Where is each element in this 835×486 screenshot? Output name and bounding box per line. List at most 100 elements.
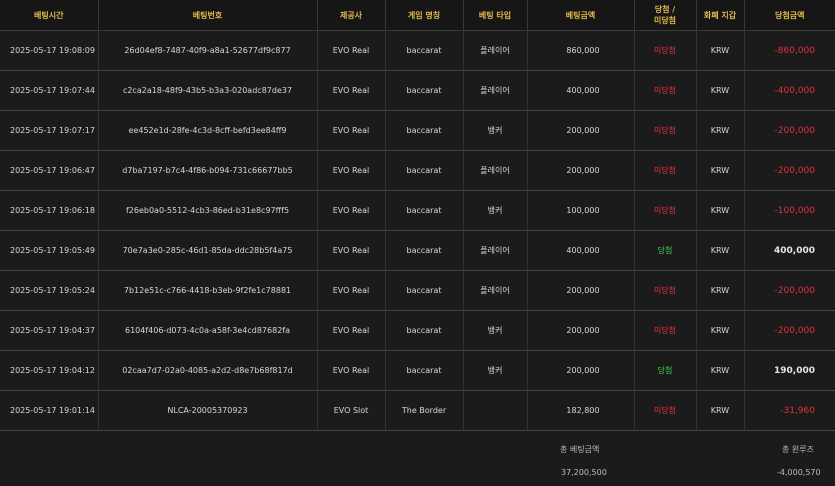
result-cell: 미당첨 — [634, 150, 697, 191]
bet-time-cell: 2025-05-17 19:01:14 — [0, 390, 99, 431]
bet-amount-cell: 200,000 — [527, 310, 635, 351]
bet-time-cell: 2025-05-17 19:05:49 — [0, 230, 99, 271]
bet-type-cell: 플레이어 — [463, 70, 528, 111]
game-name-cell: baccarat — [385, 70, 464, 111]
result-cell: 미당첨 — [634, 190, 697, 231]
table-row[interactable]: 2025-05-17 19:01:14 NLCA-20005370923 EVO S… — [0, 390, 835, 431]
win-loss-value: -4,000,570 — [777, 468, 821, 477]
bet-amount-cell: 860,000 — [527, 30, 635, 71]
result-cell: 미당첨 — [634, 110, 697, 151]
bet-time-cell: 2025-05-17 19:07:44 — [0, 70, 99, 111]
payout-cell: -860,000 — [744, 30, 835, 71]
result-cell: 미당첨 — [634, 390, 697, 431]
header-result-line1: 당첨 / — [654, 5, 676, 14]
result-cell: 미당첨 — [634, 310, 697, 351]
payout-cell: -200,000 — [744, 270, 835, 311]
bet-type-cell: 플레이어 — [463, 270, 528, 311]
game-name-cell: baccarat — [385, 110, 464, 151]
currency-cell: KRW — [696, 30, 745, 71]
bet-type-cell: 뱅커 — [463, 110, 528, 151]
table-body: 2025-05-17 19:08:09 26d04ef8-7487-40f9-a8… — [0, 30, 835, 431]
bet-id-cell: f26eb0a0-5512-4cb3-86ed-b31e8c97fff5 — [98, 190, 318, 231]
table-row[interactable]: 2025-05-17 19:08:09 26d04ef8-7487-40f9-a8… — [0, 30, 835, 71]
header-payout[interactable]: 당첨금액 — [744, 0, 835, 31]
currency-cell: KRW — [696, 150, 745, 191]
header-result[interactable]: 당첨 / 미당첨 — [634, 0, 697, 31]
table-row[interactable]: 2025-05-17 19:05:49 70e7a3e0-285c-46d1-85… — [0, 230, 835, 271]
provider-cell: EVO Real — [317, 110, 386, 151]
payout-cell: -200,000 — [744, 310, 835, 351]
result-cell: 미당첨 — [634, 30, 697, 71]
game-name-cell: baccarat — [385, 350, 464, 391]
bet-type-cell: 플레이어 — [463, 30, 528, 71]
table-row[interactable]: 2025-05-17 19:06:47 d7ba7197-b7c4-4f86-b0… — [0, 150, 835, 191]
payout-cell: 400,000 — [744, 230, 835, 271]
bet-amount-cell: 200,000 — [527, 150, 635, 191]
bet-id-cell: NLCA-20005370923 — [98, 390, 318, 431]
payout-cell: -200,000 — [744, 150, 835, 191]
currency-cell: KRW — [696, 270, 745, 311]
header-result-line2: 미당첨 — [653, 16, 677, 25]
bet-id-cell: 70e7a3e0-285c-46d1-85da-ddc28b5f4a75 — [98, 230, 318, 271]
bet-amount-cell: 200,000 — [527, 350, 635, 391]
table-row[interactable]: 2025-05-17 19:04:12 02caa7d7-02a0-4085-a2… — [0, 350, 835, 391]
win-loss-label: 총 윈루즈 — [782, 445, 814, 454]
provider-cell: EVO Real — [317, 230, 386, 271]
payout-cell: -100,000 — [744, 190, 835, 231]
table-row[interactable]: 2025-05-17 19:06:18 f26eb0a0-5512-4cb3-86… — [0, 190, 835, 231]
currency-cell: KRW — [696, 70, 745, 111]
bet-type-cell: 플레이어 — [463, 230, 528, 271]
bet-amount-cell: 200,000 — [527, 110, 635, 151]
header-game-name[interactable]: 게임 명칭 — [385, 0, 464, 31]
provider-cell: EVO Real — [317, 270, 386, 311]
provider-cell: EVO Slot — [317, 390, 386, 431]
payout-cell: -31,960 — [744, 390, 835, 431]
table-header: 베팅시간 베팅번호 제공사 게임 명칭 베팅 타입 베팅금액 당첨 / 미당첨 화… — [0, 0, 835, 31]
bet-id-cell: c2ca2a18-48f9-43b5-b3a3-020adc87de37 — [98, 70, 318, 111]
provider-cell: EVO Real — [317, 30, 386, 71]
bet-type-cell: 플레이어 — [463, 150, 528, 191]
header-bet-amount[interactable]: 베팅금액 — [527, 0, 635, 31]
bet-id-cell: ee452e1d-28fe-4c3d-8cff-befd3ee84ff9 — [98, 110, 318, 151]
bet-time-cell: 2025-05-17 19:05:24 — [0, 270, 99, 311]
payout-cell: -400,000 — [744, 70, 835, 111]
header-bet-type[interactable]: 베팅 타입 — [463, 0, 528, 31]
currency-cell: KRW — [696, 390, 745, 431]
game-name-cell: baccarat — [385, 190, 464, 231]
bet-time-cell: 2025-05-17 19:08:09 — [0, 30, 99, 71]
table-row[interactable]: 2025-05-17 19:04:37 6104f406-d073-4c0a-a5… — [0, 310, 835, 351]
bet-type-cell: 뱅커 — [463, 310, 528, 351]
bet-amount-cell: 400,000 — [527, 230, 635, 271]
game-name-cell: baccarat — [385, 30, 464, 71]
header-provider[interactable]: 제공사 — [317, 0, 386, 31]
header-currency[interactable]: 화폐 지갑 — [696, 0, 745, 31]
header-bet-id[interactable]: 베팅번호 — [98, 0, 318, 31]
total-bet-label: 총 베팅금액 — [560, 445, 600, 454]
provider-cell: EVO Real — [317, 350, 386, 391]
bet-amount-cell: 182,800 — [527, 390, 635, 431]
bet-id-cell: 26d04ef8-7487-40f9-a8a1-52677df9c877 — [98, 30, 318, 71]
table-row[interactable]: 2025-05-17 19:07:44 c2ca2a18-48f9-43b5-b3… — [0, 70, 835, 111]
game-name-cell: baccarat — [385, 270, 464, 311]
payout-cell: -200,000 — [744, 110, 835, 151]
bet-amount-cell: 400,000 — [527, 70, 635, 111]
bet-time-cell: 2025-05-17 19:06:47 — [0, 150, 99, 191]
bet-amount-cell: 100,000 — [527, 190, 635, 231]
bet-time-cell: 2025-05-17 19:04:37 — [0, 310, 99, 351]
bet-type-cell: 뱅커 — [463, 350, 528, 391]
bet-id-cell: 7b12e51c-c766-4418-b3eb-9f2fe1c78881 — [98, 270, 318, 311]
provider-cell: EVO Real — [317, 190, 386, 231]
bet-time-cell: 2025-05-17 19:06:18 — [0, 190, 99, 231]
bet-time-cell: 2025-05-17 19:07:17 — [0, 110, 99, 151]
provider-cell: EVO Real — [317, 150, 386, 191]
result-cell: 당첨 — [634, 230, 697, 271]
table-row[interactable]: 2025-05-17 19:07:17 ee452e1d-28fe-4c3d-8c… — [0, 110, 835, 151]
header-bet-time[interactable]: 베팅시간 — [0, 0, 99, 31]
summary-panel: 총 베팅금액 37,200,500 총 윈루즈 -4,000,570 — [0, 431, 835, 485]
currency-cell: KRW — [696, 310, 745, 351]
table-row[interactable]: 2025-05-17 19:05:24 7b12e51c-c766-4418-b3… — [0, 270, 835, 311]
bet-id-cell: 02caa7d7-02a0-4085-a2d2-d8e7b68f817d — [98, 350, 318, 391]
game-name-cell: The Border — [385, 390, 464, 431]
currency-cell: KRW — [696, 350, 745, 391]
provider-cell: EVO Real — [317, 70, 386, 111]
